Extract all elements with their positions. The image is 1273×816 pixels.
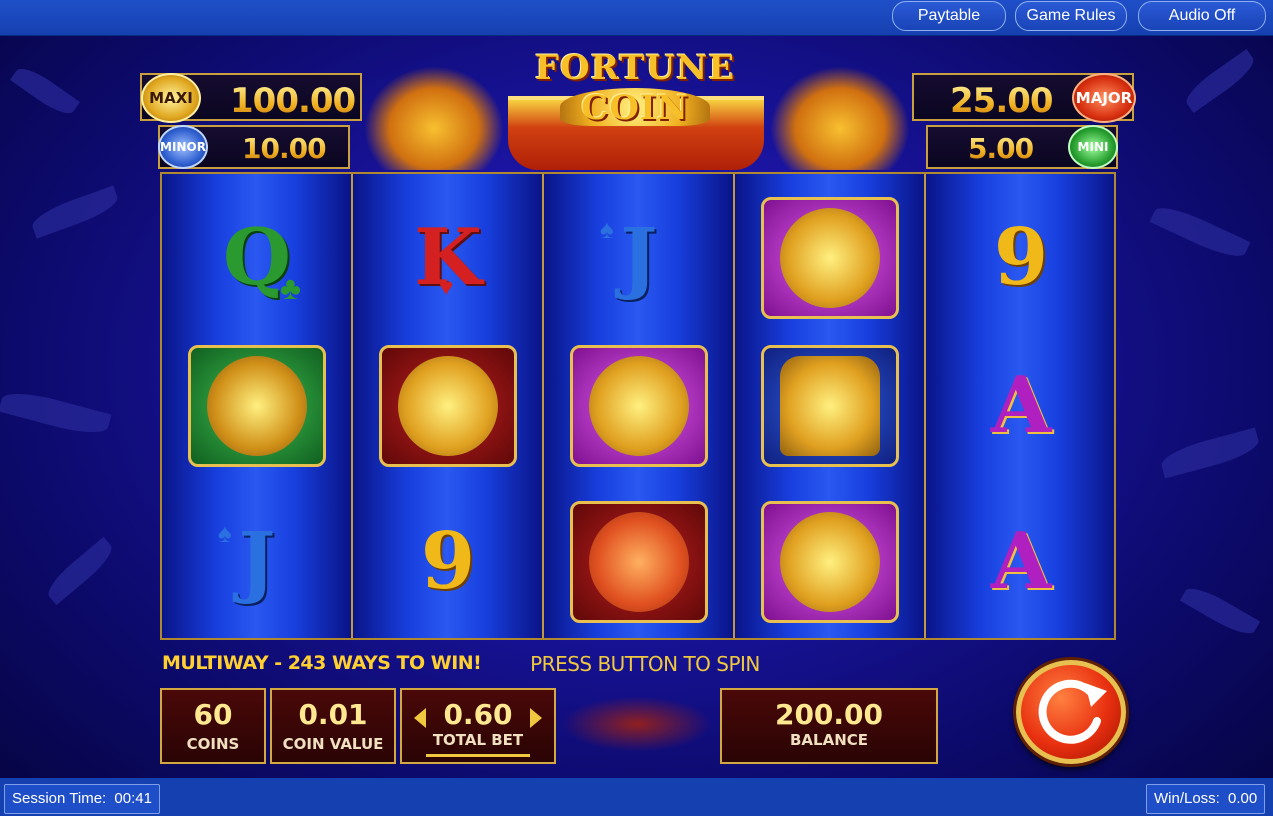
total-bet-underline [426, 754, 530, 757]
win-loss-display: Win/Loss: 0.00 [1146, 784, 1266, 814]
koi-fish-icon [570, 345, 708, 467]
reel-divider [542, 174, 544, 638]
bamboo-leaf-decoration [42, 536, 118, 606]
session-time-label: Session Time: [12, 790, 107, 807]
club-icon: ♣ [280, 270, 301, 306]
spin-arrow-icon [1038, 679, 1107, 744]
game-screen: Paytable Game Rules Audio Off 100.00 MAX… [0, 0, 1273, 816]
game-logo: FORTUNE COIN [534, 48, 736, 128]
symbol-nine: 9 [946, 188, 1096, 328]
minor-jackpot-value: 10.00 [242, 132, 327, 165]
session-time-value: 00:41 [114, 790, 152, 807]
symbol-turtle-dragon [182, 336, 332, 476]
minor-badge-label: MINOR [160, 140, 206, 154]
mini-jackpot-value: 5.00 [968, 132, 1034, 165]
maxi-badge-label: MAXI [149, 89, 193, 107]
bamboo-leaf-decoration [1180, 49, 1260, 113]
bamboo-leaf-decoration [1149, 199, 1251, 265]
right-dragon-icon [770, 66, 910, 170]
major-badge-label: MAJOR [1075, 89, 1133, 107]
ways-to-win-text: MULTIWAY - 243 WAYS TO WIN! [162, 652, 482, 674]
balance-value: 200.00 [774, 698, 884, 731]
symbol-j-spade: J ♠ [564, 188, 714, 328]
symbol-koi-fish [755, 492, 905, 632]
game-rules-button[interactable]: Game Rules [1015, 1, 1127, 31]
symbol-q-club: Q ♣ [182, 188, 332, 328]
maxi-badge-icon: MAXI [141, 73, 201, 123]
koi-fish-icon [761, 197, 899, 319]
balance-box: 200.00 BALANCE [720, 688, 938, 764]
foo-dog-icon [379, 345, 517, 467]
symbol-foo-dog-gold [373, 336, 523, 476]
balance-label: BALANCE [789, 731, 869, 749]
bamboo-leaf-decoration [0, 386, 112, 440]
bamboo-leaf-decoration [1158, 427, 1262, 479]
card-j-label: J [238, 516, 276, 607]
reel-divider [351, 174, 353, 638]
symbol-koi-fish [564, 336, 714, 476]
bamboo-leaf-decoration [28, 185, 122, 239]
symbol-nine: 9 [373, 492, 523, 632]
symbol-a-purple: A [946, 336, 1096, 476]
total-bet-label: TOTAL BET [432, 731, 524, 749]
left-dragon-icon [364, 66, 504, 170]
card-a-label: A [990, 360, 1052, 451]
bamboo-leaf-decoration [1179, 581, 1261, 641]
coins-box: 60 COINS [160, 688, 266, 764]
bell-dragon-icon [761, 345, 899, 467]
coin-value-label: COIN VALUE [282, 735, 384, 753]
coins-value: 60 [193, 698, 233, 731]
symbol-k-heart: K ♥ [373, 188, 523, 328]
symbol-a-purple: A [946, 492, 1096, 632]
mini-badge-label: MINI [1077, 140, 1109, 154]
koi-fish-icon [761, 501, 899, 623]
spin-prompt-text: PRESS BUTTON TO SPIN [530, 652, 760, 676]
bet-decrease-icon[interactable] [414, 708, 426, 728]
turtle-dragon-icon [188, 345, 326, 467]
total-bet-box: 0.60 TOTAL BET [400, 688, 556, 764]
reel-divider [733, 174, 735, 638]
spin-button[interactable] [1016, 660, 1126, 764]
card-nine-label: 9 [993, 212, 1049, 303]
heart-icon: ♥ [439, 274, 454, 301]
symbol-bell-dragon [755, 336, 905, 476]
win-loss-value: 0.00 [1228, 790, 1258, 807]
paytable-button[interactable]: Paytable [892, 1, 1006, 31]
symbol-koi-fish [755, 188, 905, 328]
coin-value-value: 0.01 [298, 698, 368, 731]
major-badge-icon: MAJOR [1072, 73, 1136, 123]
bamboo-leaf-decoration [10, 61, 80, 121]
reel-area: Q ♣ J ♠ K ♥ 9 J ♠ 9 A A [160, 172, 1116, 640]
card-a-label: A [990, 516, 1052, 607]
status-bar: Session Time: 00:41 Win/Loss: 0.00 [0, 778, 1273, 816]
top-bar: Paytable Game Rules Audio Off [0, 0, 1273, 36]
coins-label: COINS [186, 735, 240, 753]
card-nine-label: 9 [420, 516, 476, 607]
symbol-foo-dog-red [564, 492, 714, 632]
audio-toggle-button[interactable]: Audio Off [1138, 1, 1266, 31]
bet-increase-icon[interactable] [530, 708, 542, 728]
reel-divider [924, 174, 926, 638]
win-glow [562, 696, 712, 752]
win-loss-label: Win/Loss: [1154, 790, 1220, 807]
coin-value-box: 0.01 COIN VALUE [270, 688, 396, 764]
mini-badge-icon: MINI [1068, 125, 1118, 169]
spade-icon: ♠ [218, 518, 232, 548]
session-time-display: Session Time: 00:41 [4, 784, 160, 814]
minor-badge-icon: MINOR [158, 125, 208, 169]
card-j-label: J [620, 212, 658, 303]
maxi-jackpot-value: 100.00 [230, 81, 356, 121]
foo-dog-icon [570, 501, 708, 623]
symbol-j-spade: J ♠ [182, 492, 332, 632]
major-jackpot-value: 25.00 [950, 81, 1054, 121]
spade-icon: ♠ [600, 214, 614, 244]
